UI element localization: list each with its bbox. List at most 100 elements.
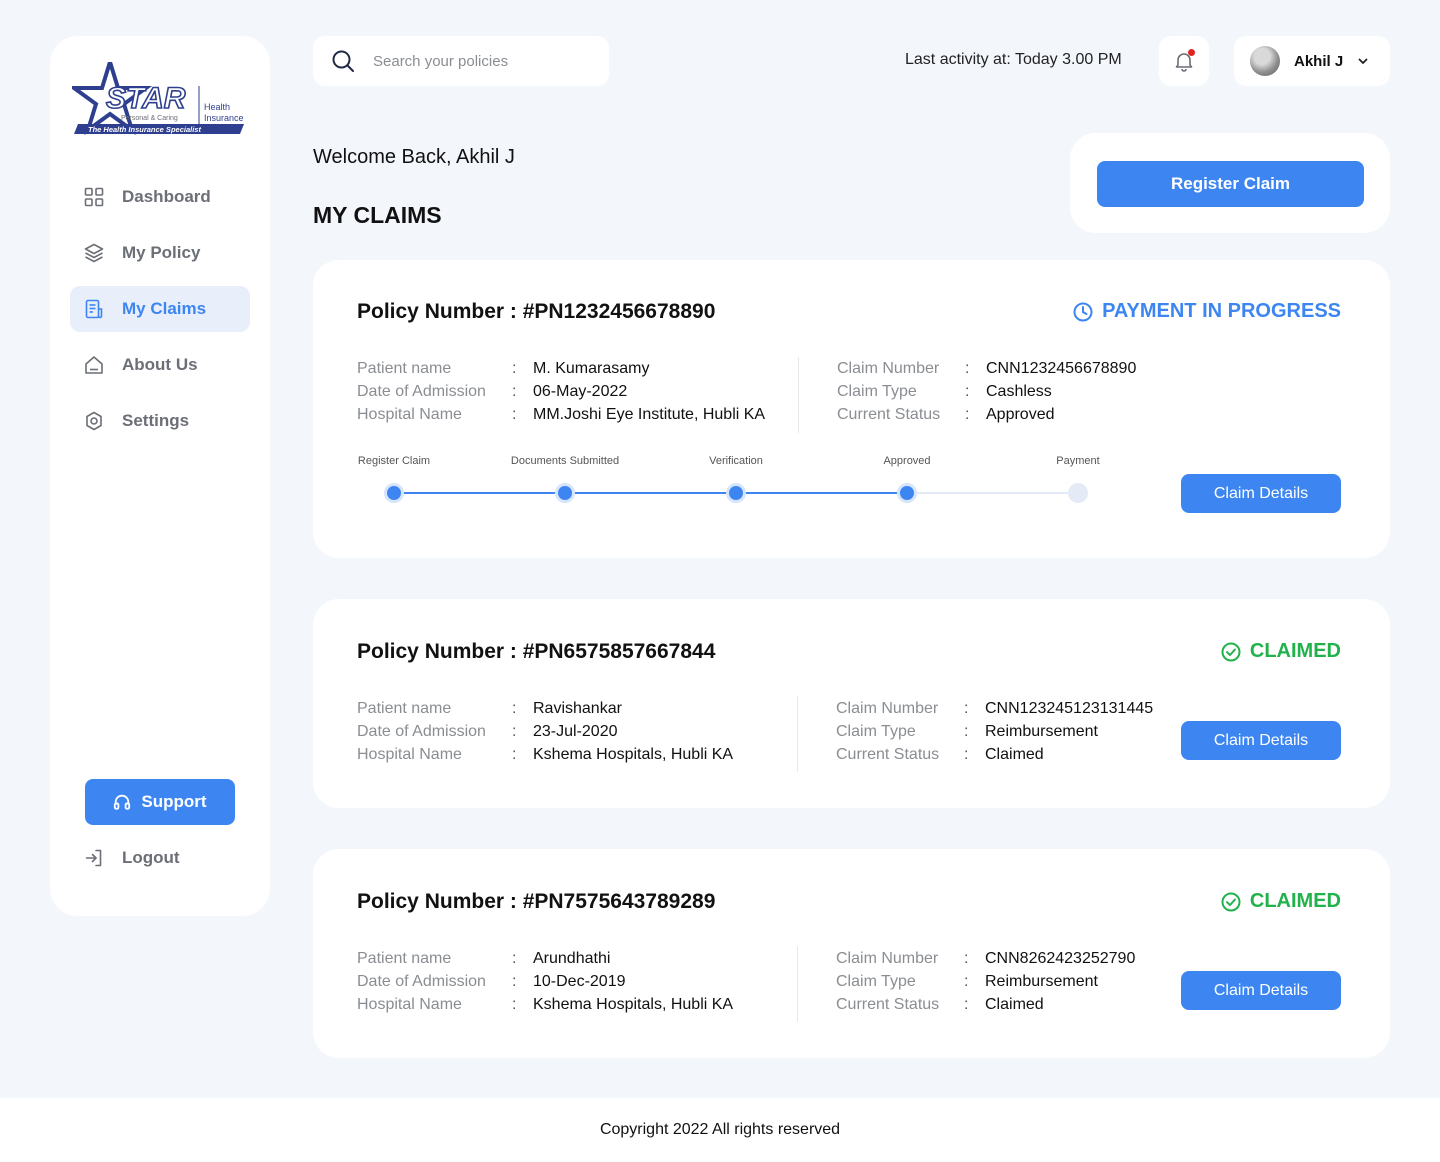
claim-details-button[interactable]: Claim Details [1181,721,1341,760]
colon: : [512,406,517,423]
step-label: Register Claim [357,455,431,467]
claim-info: Claim Number: CNN1232456678890 Claim Type… [837,357,1136,426]
footer: Copyright 2022 All rights reserved [0,1098,1440,1162]
policy-number: Policy Number : #PN1232456678890 [357,300,716,323]
patient-value: M. Kumarasamy [533,360,650,377]
claim-number-label: Claim Number [837,360,940,377]
claim-card: Policy Number : #PN6575857667844 CLAIMED… [313,599,1390,808]
search-input[interactable] [373,52,573,70]
admission-value: 23-Jul-2020 [533,723,618,740]
claim-type-value: Cashless [986,383,1052,400]
claim-number-value: CNN8262423252790 [985,950,1136,967]
colon: : [512,723,517,740]
current-status-label: Current Status [836,996,940,1013]
status-text: CLAIMED [1249,640,1341,662]
claim-card: Policy Number : #PN7575643789289 CLAIMED… [313,849,1390,1058]
sidebar-item-my-claims[interactable]: My Claims [70,286,250,332]
check-circle-icon [1221,642,1241,661]
step-label: Documents Submitted [510,455,620,467]
patient-value: Ravishankar [533,700,622,717]
claim-info: Claim Number: CNN123245123131445 Claim Ty… [836,697,1153,766]
logo-health: Health [204,102,230,112]
step-label: Verification [709,455,763,467]
colon: : [512,950,517,967]
chevron-down-icon [1358,58,1368,64]
colon: : [964,973,969,990]
claim-type-value: Reimbursement [985,973,1098,990]
current-status-label: Current Status [837,406,941,423]
layers-icon [84,243,104,263]
patient-label: Patient name [357,700,452,717]
sidebar-item-dashboard[interactable]: Dashboard [70,174,250,220]
hospital-label: Hospital Name [357,746,462,763]
notifications-button[interactable] [1159,36,1209,86]
colon: : [512,383,517,400]
last-activity-text: Last activity at: Today 3.00 PM [905,51,1122,68]
colon: : [512,996,517,1013]
progress-track-remaining [907,492,1078,494]
admission-label: Date of Admission [357,973,486,990]
sidebar-item-label: My Policy [122,243,201,262]
colon: : [512,746,517,763]
claim-details-button[interactable]: Claim Details [1181,474,1341,513]
step-dot-complete [729,486,743,500]
document-icon [85,299,103,319]
colon: : [964,950,969,967]
logo-insurance: Insurance [204,113,244,123]
hospital-label: Hospital Name [357,996,462,1013]
claim-type-label: Claim Type [837,383,917,400]
colon: : [964,700,969,717]
patient-label: Patient name [357,950,452,967]
sidebar-item-settings[interactable]: Settings [70,398,250,444]
divider [797,946,798,1022]
claim-number-value: CNN123245123131445 [985,700,1154,717]
step-label: Approved [883,455,931,467]
step-dot-complete [387,486,401,500]
policy-number: Policy Number : #PN7575643789289 [357,890,716,913]
claim-details-button[interactable]: Claim Details [1181,971,1341,1010]
colon: : [512,700,517,717]
claim-number-value: CNN1232456678890 [986,360,1137,377]
clock-icon [1073,302,1093,321]
search-bar [313,36,609,86]
admission-label: Date of Admission [357,723,486,740]
status-text: PAYMENT IN PROGRESS [1102,300,1341,322]
register-claim-button[interactable]: Register Claim [1097,161,1364,207]
support-label: Support [141,792,207,811]
home-icon [85,356,103,374]
logout-icon [85,849,102,867]
colon: : [965,406,970,423]
status-badge: CLAIMED [1220,890,1341,913]
gear-icon [86,411,102,431]
star-health-logo[interactable]: STAR Personal & Caring Health Insurance … [67,55,248,140]
claim-info: Claim Number: CNN8262423252790 Claim Type… [836,947,1135,1016]
user-name: Akhil J [1294,52,1344,70]
policy-number: Policy Number : #PN6575857667844 [357,640,716,663]
claim-type-value: Reimbursement [985,723,1098,740]
hospital-value: Kshema Hospitals, Hubli KA [533,746,734,763]
step-dot-complete [900,486,914,500]
divider [797,696,798,772]
claim-number-label: Claim Number [836,700,939,717]
sidebar: STAR Personal & Caring Health Insurance … [50,36,270,916]
colon: : [964,723,969,740]
claim-number-label: Claim Number [836,950,939,967]
step-dot-complete [558,486,572,500]
colon: : [965,360,970,377]
colon: : [964,996,969,1013]
search-icon[interactable] [331,49,355,73]
hospital-value: MM.Joshi Eye Institute, Hubli KA [533,406,766,423]
patient-info: Patient name: Ravishankar Date of Admissi… [357,697,733,766]
sidebar-item-my-policy[interactable]: My Policy [70,230,250,276]
headphones-icon [114,794,131,810]
copyright-text: Copyright 2022 All rights reserved [599,1121,841,1138]
support-button[interactable]: Support [85,779,235,825]
notification-dot [1188,49,1195,56]
logout-button[interactable]: Logout [84,848,180,868]
colon: : [964,746,969,763]
claim-type-label: Claim Type [836,723,916,740]
sidebar-item-about-us[interactable]: About Us [70,342,250,388]
user-menu[interactable]: Akhil J [1234,36,1390,86]
welcome-text: Welcome Back, Akhil J [313,146,515,168]
patient-info: Patient name: Arundhathi Date of Admissio… [357,947,733,1016]
